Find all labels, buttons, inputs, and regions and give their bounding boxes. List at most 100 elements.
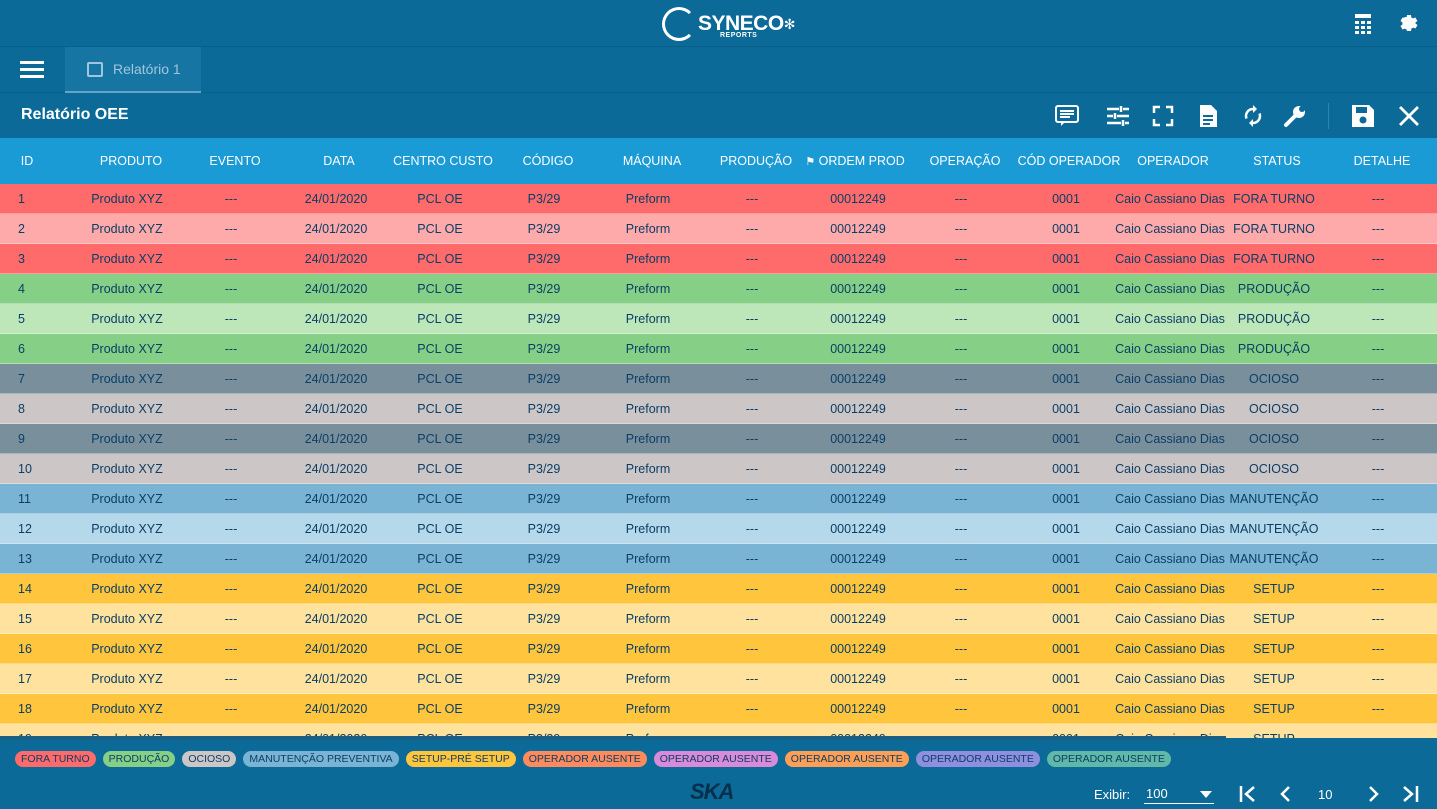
column-header-detalhe[interactable]: DETALHE (1354, 154, 1411, 168)
column-header-evento[interactable]: EVENTO (209, 154, 260, 168)
cell-cod-operador: 0001 (1052, 582, 1080, 596)
sort-flag-icon: ⚑ (805, 156, 816, 168)
cell-maquina: Preform (625, 612, 671, 626)
table-row[interactable]: 9 Produto XYZ --- 24/01/2020 PCL OE P3/29 Pref… (0, 424, 1437, 454)
table-row[interactable]: 5 Produto XYZ --- 24/01/2020 PCL OE P3/29 Pref… (0, 304, 1437, 334)
cell-detalhe: --- (1371, 282, 1385, 296)
table-row[interactable]: 14 Produto XYZ --- 24/01/2020 PCL OE P3/29 Pre… (0, 574, 1437, 604)
cell-centro-custo: PCL OE (417, 312, 463, 326)
cell-producao: --- (745, 192, 759, 206)
column-header-status[interactable]: STATUS (1253, 154, 1300, 168)
cell-detalhe: --- (1371, 312, 1385, 326)
cell-producao: --- (745, 672, 759, 686)
fullscreen-icon[interactable] (1150, 103, 1176, 129)
cell-cod-operador: 0001 (1052, 612, 1080, 626)
dropdown-caret-icon (1200, 791, 1212, 798)
cell-produto: Produto XYZ (91, 612, 163, 626)
cell-centro-custo: PCL OE (417, 672, 463, 686)
cell-status: SETUP (1253, 732, 1295, 738)
cell-producao: --- (745, 432, 759, 446)
cell-operador: Caio Cassiano Dias (1115, 342, 1225, 356)
cell-cod-operador: 0001 (1052, 402, 1080, 416)
wrench-icon[interactable] (1282, 103, 1308, 129)
previous-page-icon[interactable] (1274, 783, 1296, 805)
table-row[interactable]: 10 Produto XYZ --- 24/01/2020 PCL OE P3/29 Pre… (0, 454, 1437, 484)
save-icon[interactable] (1350, 103, 1376, 129)
table-row[interactable]: 2 Produto XYZ --- 24/01/2020 PCL OE P3/29 Pref… (0, 214, 1437, 244)
cell-evento: --- (224, 492, 238, 506)
cell-maquina: Preform (625, 312, 671, 326)
table-row[interactable]: 12 Produto XYZ --- 24/01/2020 PCL OE P3/29 Pre… (0, 514, 1437, 544)
cell-operacao: --- (954, 462, 968, 476)
cell-data: 24/01/2020 (304, 222, 368, 236)
column-header-codigo[interactable]: CÓDIGO (523, 154, 574, 168)
column-header-operacao[interactable]: OPERAÇÃO (930, 154, 1001, 168)
column-header-operador[interactable]: OPERADOR (1137, 154, 1209, 168)
cell-status: FORA TURNO (1233, 222, 1315, 236)
column-header-centro-custo[interactable]: CENTRO CUSTO (393, 154, 493, 168)
cell-operador: Caio Cassiano Dias (1115, 672, 1225, 686)
first-page-icon[interactable] (1237, 783, 1259, 805)
close-icon[interactable] (1396, 103, 1422, 129)
cell-detalhe: --- (1371, 252, 1385, 266)
cell-maquina: Preform (625, 642, 671, 656)
table-row[interactable]: 13 Produto XYZ --- 24/01/2020 PCL OE P3/29 Pre… (0, 544, 1437, 574)
cell-producao: --- (745, 642, 759, 656)
cell-id: 11 (18, 492, 31, 506)
table-row[interactable]: 3 Produto XYZ --- 24/01/2020 PCL OE P3/29 Pref… (0, 244, 1437, 274)
cell-centro-custo: PCL OE (417, 192, 463, 206)
column-header-id[interactable]: ID (21, 154, 34, 168)
legend-chip: PRODUÇÃO (102, 751, 176, 767)
next-page-icon[interactable] (1363, 783, 1385, 805)
rows-per-page-value: 100 (1146, 786, 1168, 801)
cell-data: 24/01/2020 (304, 462, 368, 476)
exibir-label: Exibir: (1094, 787, 1131, 802)
report-toolbar: Relatório OEE (0, 93, 1437, 138)
refresh-icon[interactable] (1240, 103, 1266, 129)
cell-cod-operador: 0001 (1052, 192, 1080, 206)
cell-producao: --- (745, 492, 759, 506)
column-header-cod-operador[interactable]: CÓD OPERADOR (1018, 154, 1121, 168)
cell-cod-operador: 0001 (1052, 252, 1080, 266)
message-icon[interactable] (1054, 103, 1080, 129)
cell-operador: Caio Cassiano Dias (1115, 552, 1225, 566)
gear-icon[interactable] (1397, 12, 1421, 36)
cell-centro-custo: PCL OE (417, 252, 463, 266)
table-row[interactable]: 15 Produto XYZ --- 24/01/2020 PCL OE P3/29 Pre… (0, 604, 1437, 634)
table-row[interactable]: 11 Produto XYZ --- 24/01/2020 PCL OE P3/29 Pre… (0, 484, 1437, 514)
ska-logo: SKA (690, 779, 734, 804)
cell-id: 5 (18, 312, 25, 326)
cell-producao: --- (745, 372, 759, 386)
table-row[interactable]: 16 Produto XYZ --- 24/01/2020 PCL OE P3/29 Pre… (0, 634, 1437, 664)
rows-per-page-select[interactable]: 100 (1144, 784, 1214, 804)
cell-operacao: --- (954, 342, 968, 356)
table-row[interactable]: 7 Produto XYZ --- 24/01/2020 PCL OE P3/29 Pref… (0, 364, 1437, 394)
logo-glyph-icon: ✻ (783, 16, 796, 32)
column-header-producao[interactable]: PRODUÇÃO (720, 154, 792, 168)
table-row[interactable]: 1 Produto XYZ --- 24/01/2020 PCL OE P3/29 Pref… (0, 184, 1437, 214)
table-row[interactable]: 8 Produto XYZ --- 24/01/2020 PCL OE P3/29 Pref… (0, 394, 1437, 424)
last-page-icon[interactable] (1399, 783, 1421, 805)
document-icon[interactable] (1195, 103, 1221, 129)
cell-id: 8 (18, 402, 25, 416)
cell-cod-operador: 0001 (1052, 222, 1080, 236)
top-bar: SYNECO ✻ REPORTS (0, 0, 1437, 47)
cell-status: PRODUÇÃO (1237, 282, 1311, 296)
table-row[interactable]: 4 Produto XYZ --- 24/01/2020 PCL OE P3/29 Pref… (0, 274, 1437, 304)
column-header-produto[interactable]: PRODUTO (100, 154, 162, 168)
table-row[interactable]: 18 Produto XYZ --- 24/01/2020 PCL OE P3/29 Pre… (0, 694, 1437, 724)
table-row[interactable]: 17 Produto XYZ --- 24/01/2020 PCL OE P3/29 Pre… (0, 664, 1437, 694)
tab-relatorio-1[interactable]: Relatório 1 (65, 47, 201, 93)
hamburger-menu-icon[interactable] (20, 61, 44, 79)
cell-evento: --- (224, 372, 238, 386)
column-header-maquina[interactable]: MÁQUINA (623, 154, 681, 168)
cell-produto: Produto XYZ (91, 252, 163, 266)
column-header-ordem-prod[interactable]: ⚑ ORDEM PROD (805, 154, 904, 168)
table-row[interactable]: 6 Produto XYZ --- 24/01/2020 PCL OE P3/29 Pref… (0, 334, 1437, 364)
column-header-data[interactable]: DATA (323, 154, 354, 168)
cell-evento: --- (224, 552, 238, 566)
cell-operacao: --- (954, 492, 968, 506)
filter-sliders-icon[interactable] (1105, 103, 1131, 129)
cell-maquina: Preform (625, 342, 671, 356)
apps-grid-icon[interactable] (1351, 12, 1375, 36)
